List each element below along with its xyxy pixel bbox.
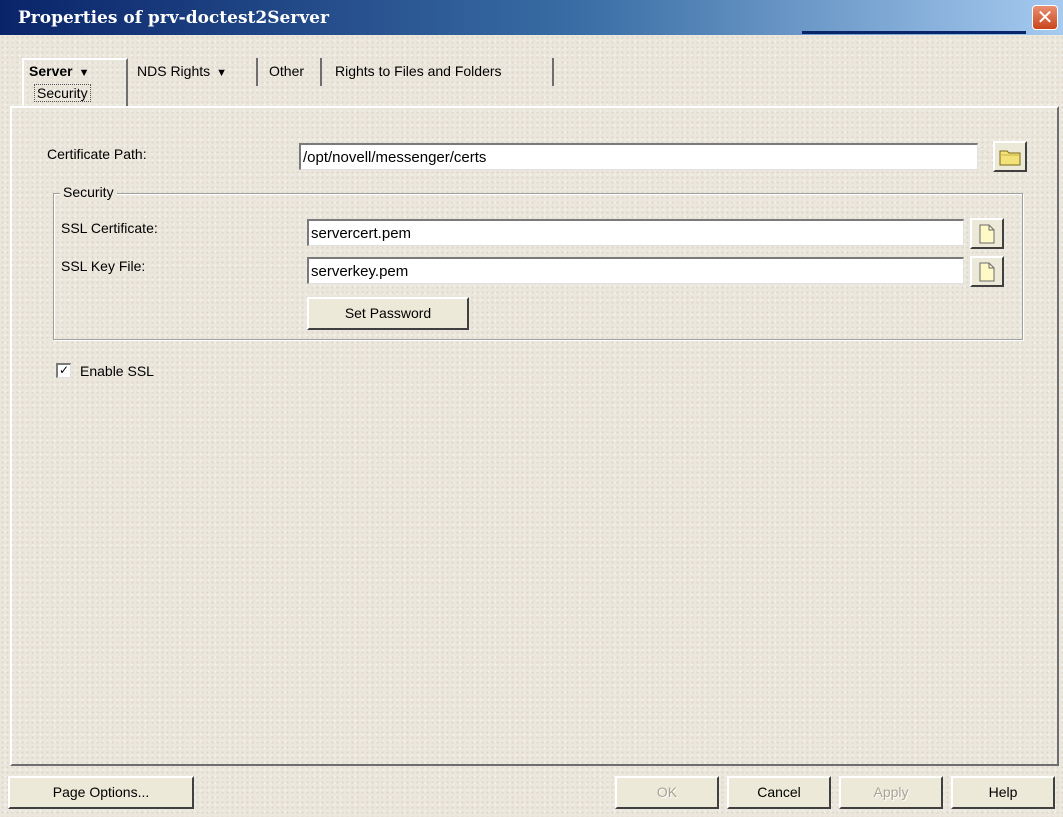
file-icon — [979, 262, 995, 281]
certificate-path-label: Certificate Path: — [47, 146, 147, 162]
window-title: Properties of prv-doctest2Server — [18, 8, 329, 28]
tab-other-label: Other — [269, 63, 305, 79]
tab-rights-label: Rights to Files and Folders — [335, 63, 502, 79]
enable-ssl-checkbox[interactable]: ✓ — [56, 363, 71, 378]
file-icon — [979, 224, 995, 243]
enable-ssl-label[interactable]: Enable SSL — [80, 363, 154, 379]
title-bar-accent — [802, 31, 1026, 34]
caret-down-icon: ▼ — [78, 67, 90, 79]
caret-down-icon: ▼ — [216, 67, 228, 79]
cancel-button[interactable]: Cancel — [727, 776, 831, 809]
apply-button[interactable]: Apply — [839, 776, 943, 809]
ssl-key-file-field[interactable] — [307, 257, 964, 284]
tab-nds-rights-label: NDS Rights — [137, 63, 211, 79]
checkmark-icon: ✓ — [58, 363, 70, 377]
close-icon: ✕ — [1036, 5, 1054, 29]
page-options-button[interactable]: Page Options... — [8, 776, 194, 809]
tab-other[interactable]: Other — [262, 58, 322, 86]
security-group-legend: Security — [60, 184, 117, 200]
certificate-path-field[interactable] — [299, 143, 978, 170]
title-bar: Properties of prv-doctest2Server ✕ — [0, 0, 1063, 35]
ssl-certificate-label: SSL Certificate: — [61, 220, 158, 236]
tab-server-label: Server — [29, 63, 73, 79]
ssl-certificate-field[interactable] — [307, 219, 964, 246]
close-button[interactable]: ✕ — [1032, 5, 1058, 30]
browse-ssl-certificate-button[interactable] — [970, 218, 1004, 249]
ssl-key-file-label: SSL Key File: — [61, 258, 146, 274]
browse-certificate-path-button[interactable] — [993, 141, 1027, 172]
subtab-security[interactable]: Security — [34, 84, 91, 102]
tab-server[interactable]: Server ▼ — [22, 58, 128, 86]
browse-ssl-key-file-button[interactable] — [970, 256, 1004, 287]
help-button[interactable]: Help — [951, 776, 1055, 809]
tab-rights-to-files-and-folders[interactable]: Rights to Files and Folders — [328, 58, 554, 86]
folder-icon — [999, 150, 1021, 165]
ok-button[interactable]: OK — [615, 776, 719, 809]
properties-dialog: Properties of prv-doctest2Server ✕ Serve… — [0, 0, 1063, 817]
set-password-button[interactable]: Set Password — [307, 297, 469, 330]
tab-nds-rights[interactable]: NDS Rights ▼ — [130, 58, 258, 86]
